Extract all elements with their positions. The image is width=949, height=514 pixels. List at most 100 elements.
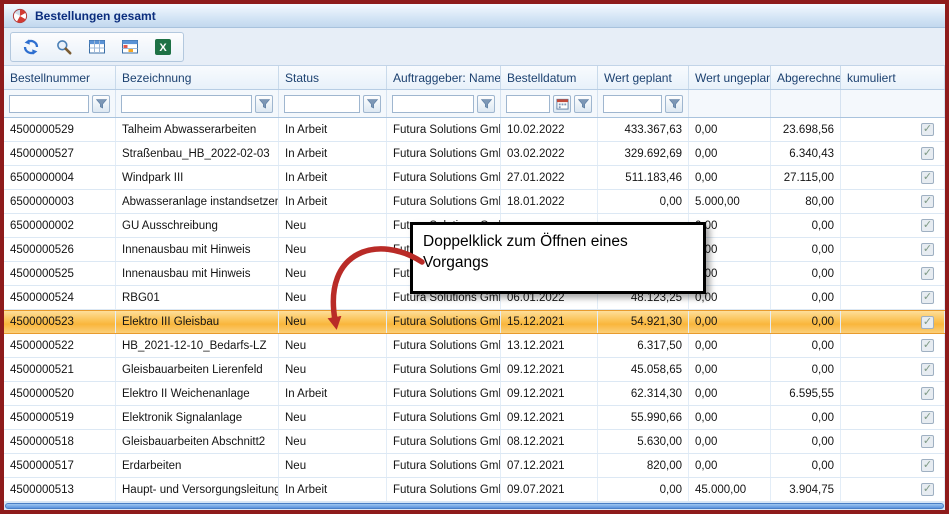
cell-bezeichnung: Elektro II Weichenanlage — [116, 382, 279, 405]
grid-view-button[interactable] — [87, 37, 107, 57]
cell-bestellnummer: 4500000520 — [4, 382, 116, 405]
kumuliert-checkbox[interactable]: ✓ — [921, 195, 934, 208]
excel-export-button[interactable]: X — [153, 37, 173, 57]
cell-kumuliert: ✓ — [841, 118, 945, 141]
filter-input-bezeichnung[interactable] — [121, 95, 252, 113]
horizontal-scrollbar — [4, 502, 945, 510]
kumuliert-checkbox[interactable]: ✓ — [921, 459, 934, 472]
kumuliert-checkbox[interactable]: ✓ — [921, 435, 934, 448]
cell-abgerechnet: 0,00 — [771, 214, 841, 237]
kumuliert-checkbox[interactable]: ✓ — [921, 339, 934, 352]
table-row[interactable]: 4500000523Elektro III GleisbauNeuFutura … — [4, 310, 945, 334]
filter-button-bestelldatum[interactable] — [574, 95, 592, 113]
cell-abgerechnet: 6.595,55 — [771, 382, 841, 405]
cell-wert_ungeplant: 0,00 — [689, 358, 771, 381]
column-header-auftraggeber[interactable]: Auftraggeber: Name — [387, 66, 501, 89]
column-header-bestellnummer[interactable]: Bestellnummer — [4, 66, 116, 89]
cell-kumuliert: ✓ — [841, 382, 945, 405]
filter-input-bestellnummer[interactable] — [9, 95, 89, 113]
filter-input-wert_geplant[interactable] — [603, 95, 662, 113]
table-format-icon — [121, 38, 139, 56]
column-header-kumuliert[interactable]: kumuliert — [841, 66, 945, 89]
kumuliert-checkbox[interactable]: ✓ — [921, 171, 934, 184]
app-icon — [12, 8, 28, 24]
table-row[interactable]: 4500000519Elektronik SignalanlageNeuFutu… — [4, 406, 945, 430]
cell-bestelldatum: 10.02.2022 — [501, 118, 598, 141]
cell-status: Neu — [279, 286, 387, 309]
filter-input-bestelldatum[interactable] — [506, 95, 550, 113]
kumuliert-checkbox[interactable]: ✓ — [921, 387, 934, 400]
cell-auftraggeber: Futura Solutions GmbH — [387, 382, 501, 405]
kumuliert-checkbox[interactable]: ✓ — [921, 219, 934, 232]
cell-status: Neu — [279, 311, 387, 333]
table-row[interactable]: 4500000527Straßenbau_HB_2022-02-03In Arb… — [4, 142, 945, 166]
column-header-bezeichnung[interactable]: Bezeichnung — [116, 66, 279, 89]
search-button[interactable] — [54, 37, 74, 57]
column-header-wert_ungeplant[interactable]: Wert ungeplant — [689, 66, 771, 89]
excel-icon: X — [154, 38, 172, 56]
cell-wert_geplant: 820,00 — [598, 454, 689, 477]
cell-bestellnummer: 6500000003 — [4, 190, 116, 213]
calendar-icon — [556, 97, 569, 110]
grid-layout-button[interactable] — [120, 37, 140, 57]
cell-bestellnummer: 4500000529 — [4, 118, 116, 141]
filter-button-bezeichnung[interactable] — [255, 95, 273, 113]
cell-bestelldatum: 09.12.2021 — [501, 382, 598, 405]
column-header-abgerechnet[interactable]: Abgerechnet — [771, 66, 841, 89]
cell-abgerechnet: 0,00 — [771, 430, 841, 453]
kumuliert-checkbox[interactable]: ✓ — [921, 147, 934, 160]
kumuliert-checkbox[interactable]: ✓ — [921, 267, 934, 280]
cell-kumuliert: ✓ — [841, 142, 945, 165]
filter-button-status[interactable] — [363, 95, 381, 113]
titlebar: Bestellungen gesamt — [4, 4, 945, 28]
filter-cell-auftraggeber — [387, 90, 501, 117]
column-header-status[interactable]: Status — [279, 66, 387, 89]
cell-status: In Arbeit — [279, 166, 387, 189]
table-row[interactable]: 6500000004Windpark IIIIn ArbeitFutura So… — [4, 166, 945, 190]
column-header-label: Bezeichnung — [122, 71, 191, 85]
column-header-bestelldatum[interactable]: Bestelldatum — [501, 66, 598, 89]
column-header-label: Bestellnummer — [10, 71, 90, 85]
horizontal-scrollbar-thumb[interactable] — [5, 503, 944, 509]
kumuliert-checkbox[interactable]: ✓ — [921, 291, 934, 304]
cell-status: In Arbeit — [279, 142, 387, 165]
kumuliert-checkbox[interactable]: ✓ — [921, 123, 934, 136]
cell-status: Neu — [279, 262, 387, 285]
refresh-button[interactable] — [21, 37, 41, 57]
cell-abgerechnet: 0,00 — [771, 311, 841, 333]
table-row[interactable]: 4500000513Haupt- und Versorgungsleitunge… — [4, 478, 945, 502]
column-header-label: Wert ungeplant — [695, 71, 771, 85]
filter-input-auftraggeber[interactable] — [392, 95, 474, 113]
table-row[interactable]: 4500000517ErdarbeitenNeuFutura Solutions… — [4, 454, 945, 478]
kumuliert-checkbox[interactable]: ✓ — [921, 243, 934, 256]
table-row[interactable]: 4500000522HB_2021-12-10_Bedarfs-LZNeuFut… — [4, 334, 945, 358]
filter-button-auftraggeber[interactable] — [477, 95, 495, 113]
kumuliert-checkbox[interactable]: ✓ — [921, 363, 934, 376]
cell-status: In Arbeit — [279, 190, 387, 213]
cell-wert_geplant: 6.317,50 — [598, 334, 689, 357]
table-row[interactable]: 4500000521Gleisbauarbeiten LierenfeldNeu… — [4, 358, 945, 382]
column-header-wert_geplant[interactable]: Wert geplant — [598, 66, 689, 89]
kumuliert-checkbox[interactable]: ✓ — [921, 316, 934, 329]
table-row[interactable]: 4500000529Talheim AbwasserarbeitenIn Arb… — [4, 118, 945, 142]
table-row[interactable]: 4500000518Gleisbauarbeiten Abschnitt2Neu… — [4, 430, 945, 454]
kumuliert-checkbox[interactable]: ✓ — [921, 411, 934, 424]
cell-bezeichnung: Erdarbeiten — [116, 454, 279, 477]
kumuliert-checkbox[interactable]: ✓ — [921, 483, 934, 496]
filter-button-bestellnummer[interactable] — [92, 95, 110, 113]
cell-bezeichnung: GU Ausschreibung — [116, 214, 279, 237]
cell-wert_geplant: 5.630,00 — [598, 430, 689, 453]
cell-kumuliert: ✓ — [841, 358, 945, 381]
table-row[interactable]: 6500000003Abwasseranlage instandsetzenIn… — [4, 190, 945, 214]
cell-kumuliert: ✓ — [841, 166, 945, 189]
cell-status: In Arbeit — [279, 478, 387, 501]
cell-auftraggeber: Futura Solutions GmbH — [387, 478, 501, 501]
cell-bestellnummer: 4500000518 — [4, 430, 116, 453]
cell-abgerechnet: 0,00 — [771, 406, 841, 429]
cell-status: Neu — [279, 334, 387, 357]
funnel-icon — [577, 98, 590, 110]
filter-input-status[interactable] — [284, 95, 360, 113]
date-picker-button[interactable] — [553, 95, 571, 113]
filter-button-wert_geplant[interactable] — [665, 95, 683, 113]
table-row[interactable]: 4500000520Elektro II WeichenanlageIn Arb… — [4, 382, 945, 406]
